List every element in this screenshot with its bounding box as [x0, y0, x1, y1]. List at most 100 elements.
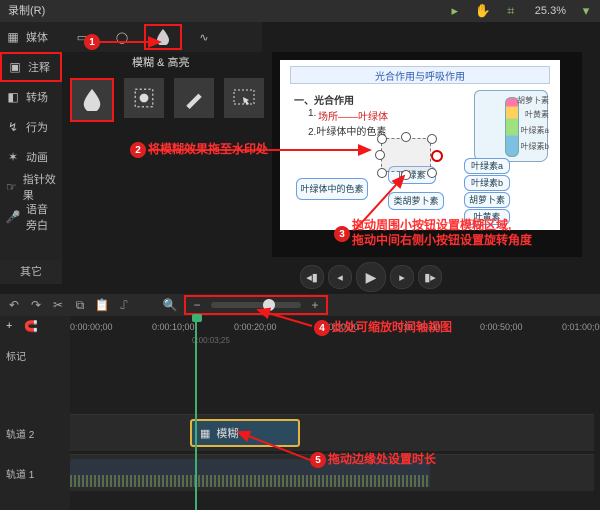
add-track-icon[interactable]: + [6, 320, 12, 332]
callout-3-text-2: 拖动中间右侧小按钮设置旋转角度 [352, 233, 532, 248]
line1-num: 1. [308, 108, 316, 119]
heading-1: 一、光合作用 [294, 92, 354, 107]
legend-1: 胡萝卜素 [517, 97, 549, 105]
next-frame-button[interactable]: ▮▸ [418, 265, 442, 289]
search-icon[interactable]: 🔍 [162, 297, 178, 313]
tab-shape[interactable]: ◯ [104, 25, 140, 49]
effect-highlight[interactable] [174, 78, 214, 118]
box-carotenoid: 类胡萝卜素 [388, 192, 444, 210]
ruler-tick: 0:00:10;00 [152, 322, 195, 332]
sidebar: ▦ 媒体 ▣ 注释 ◧ 转场 ↯ 行为 ✶ 动画 ☞ 指针效果🎤 语音旁白 [0, 22, 62, 272]
effect-blur[interactable] [70, 78, 114, 122]
sidebar-item-media-icon: ▦ [6, 30, 20, 44]
box-carotene: 胡萝卜素 [464, 192, 510, 208]
zoom-in-icon[interactable]: + [307, 297, 323, 313]
effect-thumbnails [70, 78, 264, 122]
sidebar-item-animation-icon: ✶ [6, 150, 20, 164]
zoom-slider[interactable] [211, 302, 301, 308]
timeline-left-panel: + 🧲 标记 轨道 2 轨道 1 [0, 316, 70, 510]
sidebar-item-annotation-icon: ▣ [8, 60, 22, 74]
track1-label[interactable]: 轨道 1 [6, 466, 34, 481]
step-back-button[interactable]: ◂ [328, 265, 352, 289]
sidebar-item-media[interactable]: ▦ 媒体 [0, 22, 62, 52]
hand-tool-icon[interactable]: ✋ [473, 1, 493, 21]
timeline-zoom-control: − + [184, 295, 328, 315]
transport-controls: ◂▮ ◂ ▶ ▸ ▮▸ [300, 262, 442, 292]
magnet-icon[interactable]: 🧲 [24, 320, 38, 333]
marker-label: 标记 [6, 348, 26, 363]
sidebar-item-annotation-label: 注释 [28, 59, 50, 75]
ruler-tick: 0:00:20;00 [234, 322, 277, 332]
sidebar-item-animation[interactable]: ✶ 动画 [0, 142, 62, 172]
prev-frame-button[interactable]: ◂▮ [300, 265, 324, 289]
zoom-out-icon[interactable]: − [189, 297, 205, 313]
ruler-tick: 0:00:00;00 [70, 322, 113, 332]
effect-spotlight[interactable] [124, 78, 164, 118]
ruler-tick: 0:00:50;00 [480, 322, 523, 332]
play-button[interactable]: ▶ [356, 262, 386, 292]
ruler-tick: 0:01:00;00 [562, 322, 600, 332]
test-tube-diagram: 胡萝卜素 叶黄素 叶绿素a 叶绿素b [474, 90, 548, 162]
callout-1: 1 [84, 34, 100, 50]
legend-4: 叶绿素b [521, 143, 549, 151]
sidebar-item-transition-label: 转场 [26, 89, 48, 105]
sidebar-item-behavior-icon: ↯ [6, 120, 20, 134]
playhead-time: 0:00:03;25 [192, 336, 230, 345]
clip-blur[interactable]: ▦ 模糊 [190, 419, 300, 447]
callout-2-text: 将模糊效果拖至水印处 [148, 142, 268, 157]
callout-4: 4 [314, 320, 330, 336]
sidebar-item-other[interactable]: 其它 [0, 260, 62, 284]
callout-2: 2 [130, 142, 146, 158]
doc-title: 光合作用与呼吸作用 [290, 66, 550, 84]
sidebar-item-animation-label: 动画 [26, 149, 48, 165]
callout-4-text: 此处可缩放时间轴视图 [332, 320, 452, 335]
sidebar-item-cursor-label: 指针效果 [23, 171, 56, 203]
sidebar-item-cursor-icon: ☞ [6, 180, 17, 194]
menu-record[interactable]: 录制(R) [0, 0, 53, 22]
callout-5-text: 拖动边缘处设置时长 [328, 452, 436, 467]
sidebar-item-transition[interactable]: ◧ 转场 [0, 82, 62, 112]
category-label: 模糊 & 高亮 [132, 54, 189, 70]
sidebar-item-media-label: 媒体 [26, 29, 48, 45]
tab-blur-highlight[interactable] [144, 24, 182, 50]
sidebar-item-behavior[interactable]: ↯ 行为 [0, 112, 62, 142]
line1-text: 场所——叶绿体 [318, 108, 388, 123]
blur-region-widget[interactable] [373, 132, 437, 176]
paste-icon[interactable]: 📋 [94, 297, 110, 313]
sidebar-item-cursor[interactable]: ☞ 指针效果 [0, 172, 62, 202]
playhead[interactable] [195, 316, 197, 510]
timeline: + 🧲 标记 轨道 2 轨道 1 0:00:03;25 0:00:00;00 0:… [0, 316, 600, 510]
undo-icon[interactable]: ↶ [6, 297, 22, 313]
cut-icon[interactable]: ✂ [50, 297, 66, 313]
menubar: 录制(R) ▸ ✋ ⌗ 25.3% ▾ [0, 0, 600, 22]
split-icon[interactable]: ⑀ [116, 297, 132, 313]
box-chl-a: 叶绿素a [464, 158, 510, 174]
step-fwd-button[interactable]: ▸ [390, 265, 414, 289]
timeline-toolbar: ↶ ↷ ✂ ⧉ 📋 ⑀ 🔍 − + [0, 294, 600, 316]
rotate-handle[interactable] [431, 150, 443, 162]
track-2[interactable]: ▦ 模糊 [70, 414, 594, 451]
crop-tool-icon[interactable]: ⌗ [501, 1, 521, 21]
track2-label[interactable]: 轨道 2 [6, 426, 34, 441]
sidebar-item-voice-icon: 🎤 [6, 210, 20, 224]
legend-3: 叶绿素a [521, 127, 549, 135]
blur-clip-icon: ▦ [200, 427, 210, 440]
clip-blur-label: 模糊 [216, 425, 238, 441]
zoom-level[interactable]: 25.3% [535, 5, 566, 17]
pointer-tool-icon[interactable]: ▸ [445, 1, 465, 21]
effect-interactive[interactable] [224, 78, 264, 118]
sidebar-item-transition-icon: ◧ [6, 90, 20, 104]
tab-sketch[interactable]: ∿ [186, 25, 222, 49]
sidebar-item-behavior-label: 行为 [26, 119, 48, 135]
redo-icon[interactable]: ↷ [28, 297, 44, 313]
chevron-down-icon[interactable]: ▾ [576, 1, 596, 21]
callout-3: 3 [334, 226, 350, 242]
legend-2: 叶黄素 [525, 111, 549, 119]
sidebar-item-voice-label: 语音旁白 [26, 201, 56, 233]
sidebar-item-annotation[interactable]: ▣ 注释 [0, 52, 62, 82]
callout-3-text-1: 拖动周围小按钮设置模糊区域, [352, 218, 511, 233]
callout-5: 5 [310, 452, 326, 468]
sidebar-item-voice[interactable]: 🎤 语音旁白 [0, 202, 62, 232]
copy-icon[interactable]: ⧉ [72, 297, 88, 313]
box-chl-b: 叶绿素b [464, 175, 510, 191]
